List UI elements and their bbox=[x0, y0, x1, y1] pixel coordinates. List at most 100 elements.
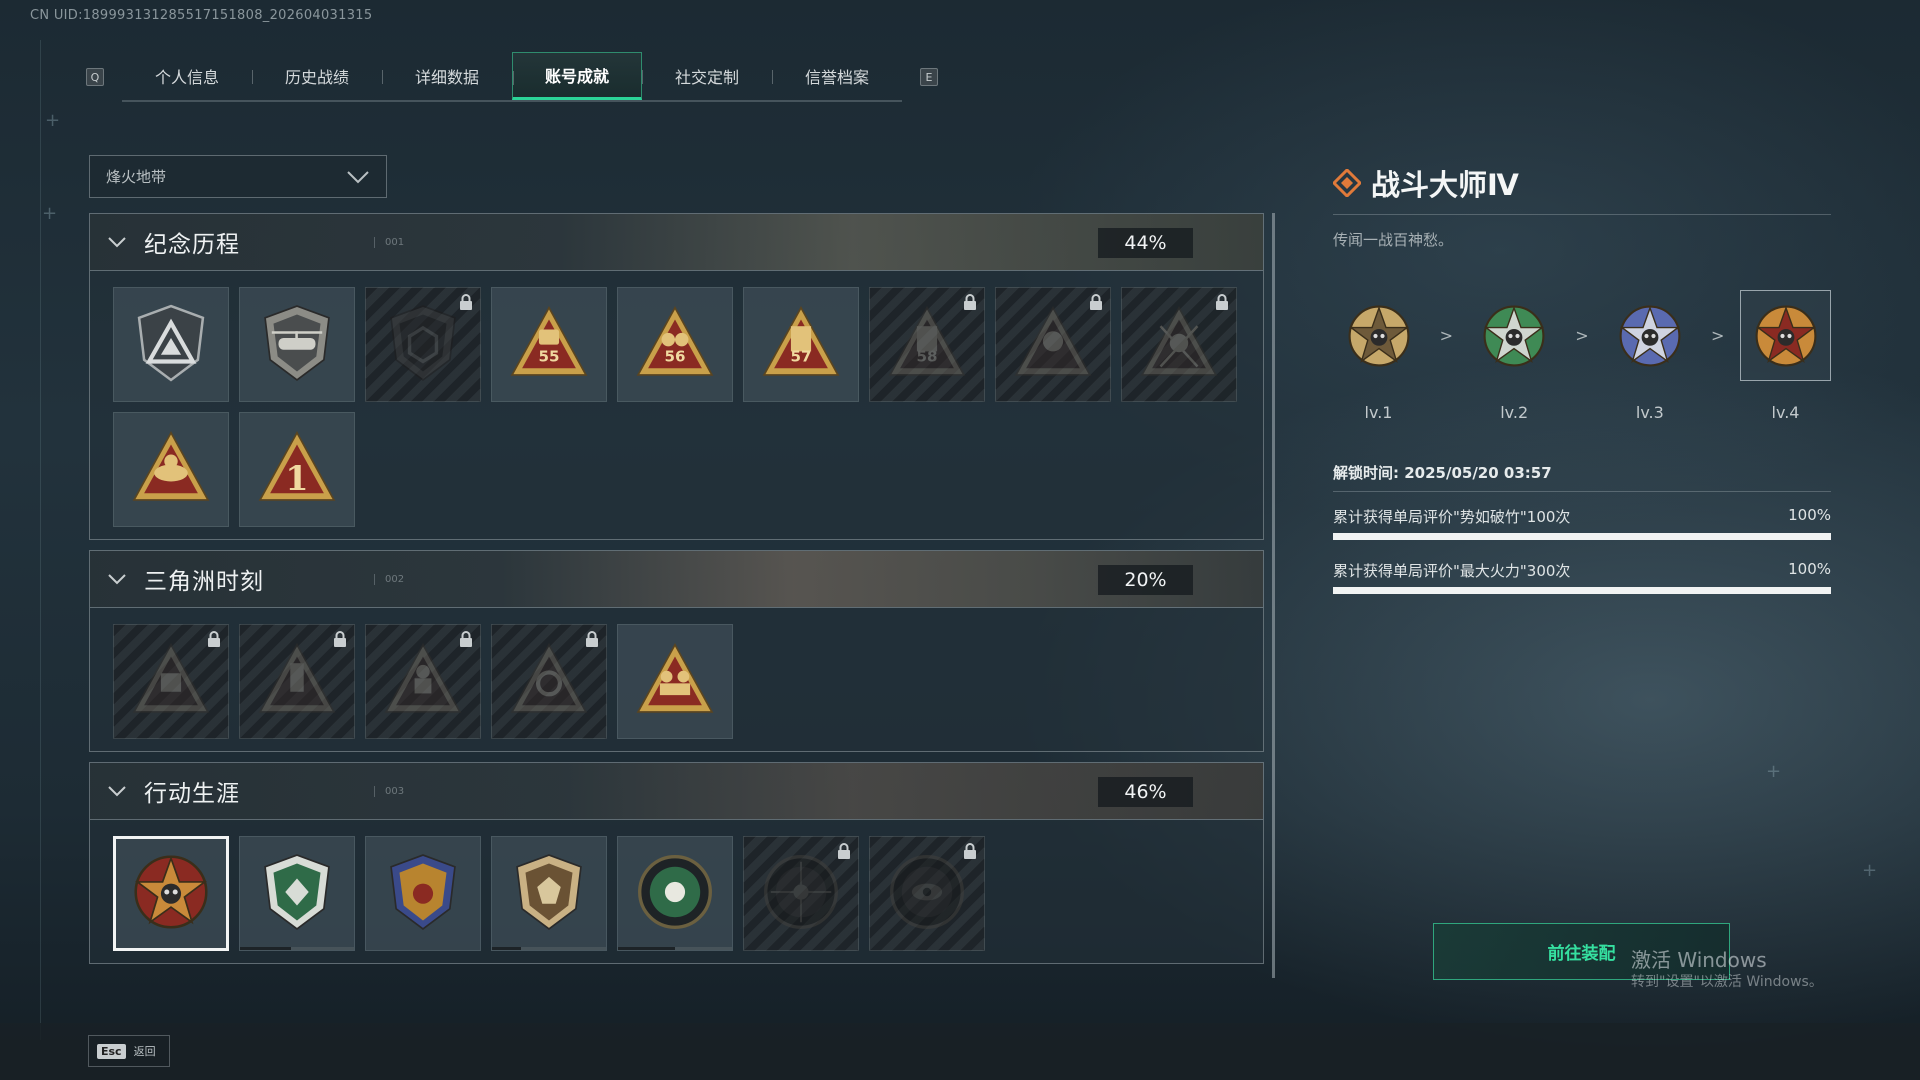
badge-card[interactable] bbox=[113, 287, 229, 402]
badge-progress bbox=[618, 947, 732, 950]
badge-card[interactable] bbox=[113, 836, 229, 951]
divider bbox=[1333, 491, 1831, 492]
crosshair-mark-icon: + bbox=[42, 203, 58, 224]
section-header[interactable]: 行动生涯 003 46% bbox=[89, 762, 1264, 820]
lock-icon bbox=[333, 631, 347, 651]
condition-list: 累计获得单局评价"势如破竹"100次 100% 累计获得单局评价"最大火力"30… bbox=[1333, 506, 1831, 594]
badge-progress bbox=[492, 947, 606, 950]
level-medal-icon bbox=[1333, 290, 1424, 381]
soldier-emblem-icon bbox=[381, 638, 465, 726]
section-percent: 44% bbox=[1098, 228, 1193, 258]
achievement-section: 行动生涯 003 46% bbox=[89, 762, 1264, 964]
condition-text: 累计获得单局评价"势如破竹"100次 bbox=[1333, 508, 1571, 526]
esc-key: Esc bbox=[97, 1043, 126, 1059]
level-item[interactable]: lv.3 bbox=[1604, 290, 1695, 422]
list-scrollbar[interactable] bbox=[1272, 213, 1275, 978]
wreath-emblem-icon bbox=[129, 426, 213, 514]
tab-6[interactable]: 信誉档案 bbox=[772, 52, 902, 100]
badge-card[interactable] bbox=[1121, 287, 1237, 402]
badge-card[interactable]: 56 bbox=[617, 287, 733, 402]
badge-card[interactable]: 1 bbox=[239, 412, 355, 527]
crosshair-mark-icon: + bbox=[1862, 860, 1878, 881]
level-label: lv.1 bbox=[1364, 403, 1393, 422]
back-button[interactable]: Esc 返回 bbox=[88, 1035, 170, 1067]
condition-item: 累计获得单局评价"最大火力"300次 100% bbox=[1333, 560, 1831, 594]
mode-dropdown-value: 烽火地带 bbox=[106, 168, 167, 186]
crosshair-mark-icon: + bbox=[1766, 761, 1782, 782]
next-tab-key[interactable]: E bbox=[920, 68, 938, 86]
badge-card[interactable] bbox=[491, 836, 607, 951]
lock-icon bbox=[837, 843, 851, 863]
section-percent: 20% bbox=[1098, 565, 1193, 595]
lock-icon bbox=[1215, 294, 1229, 314]
tab-list: 个人信息 历史战绩 详细数据 账号成就 社交定制 信誉档案 bbox=[122, 52, 902, 102]
section-header[interactable]: 三角洲时刻 002 20% bbox=[89, 550, 1264, 608]
tab-5[interactable]: 社交定制 bbox=[642, 52, 772, 100]
mode-dropdown[interactable]: 烽火地带 bbox=[89, 155, 387, 198]
badge-card[interactable] bbox=[239, 624, 355, 739]
chevron-down-icon[interactable] bbox=[107, 236, 127, 248]
level-item[interactable]: lv.1 bbox=[1333, 290, 1424, 422]
badge-card[interactable] bbox=[365, 287, 481, 402]
tab-2[interactable]: 历史战绩 bbox=[252, 52, 382, 100]
badge-card[interactable] bbox=[617, 624, 733, 739]
badge-card[interactable]: 57 bbox=[743, 287, 859, 402]
badge-card[interactable] bbox=[491, 624, 607, 739]
section-title: 三角洲时刻 bbox=[144, 569, 264, 595]
badge-card[interactable] bbox=[239, 287, 355, 402]
level-item[interactable]: lv.2 bbox=[1469, 290, 1560, 422]
badge-card[interactable] bbox=[113, 624, 229, 739]
lock-icon bbox=[459, 631, 473, 651]
badge-card[interactable] bbox=[113, 412, 229, 527]
badge-card[interactable]: 58 bbox=[869, 287, 985, 402]
circle-knot-emblem-icon bbox=[507, 638, 591, 726]
tab-1[interactable]: 个人信息 bbox=[122, 52, 252, 100]
star-skull-medal-icon bbox=[129, 850, 213, 938]
detail-title: 战斗大师Ⅳ bbox=[1371, 168, 1519, 202]
season-55-emblem-icon: 55 bbox=[507, 301, 591, 389]
laurel-crest-medal-icon bbox=[381, 850, 465, 938]
svg-text:58: 58 bbox=[916, 347, 937, 365]
section-title: 纪念历程 bbox=[144, 232, 240, 258]
svg-text:1: 1 bbox=[285, 457, 308, 497]
diamond-rank-icon bbox=[1333, 169, 1361, 197]
badge-card[interactable] bbox=[743, 836, 859, 951]
badge-card[interactable] bbox=[617, 836, 733, 951]
lock-icon bbox=[207, 631, 221, 651]
uid-label: CN UID:1899931312855171518​08_2026040313… bbox=[30, 8, 373, 23]
lock-icon bbox=[459, 294, 473, 314]
unlock-time: 解锁时间: 2025/05/20 03:57 bbox=[1333, 464, 1552, 482]
prev-tab-key[interactable]: Q bbox=[86, 68, 104, 86]
level-item[interactable]: lv.4 bbox=[1740, 290, 1832, 422]
tab-3[interactable]: 详细数据 bbox=[382, 52, 512, 100]
condition-progress-bar bbox=[1333, 533, 1831, 540]
section-index: 003 bbox=[374, 785, 404, 797]
eye-medal-icon bbox=[885, 850, 969, 938]
achievement-detail-panel: 战斗大师Ⅳ 传闻一战百神愁。 lv.1 > lv.2 > lv.3 > lv.4 解锁… bbox=[1333, 160, 1832, 594]
badge-card[interactable] bbox=[995, 287, 1111, 402]
badge-card[interactable] bbox=[365, 836, 481, 951]
badge-card[interactable] bbox=[239, 836, 355, 951]
crosshair-skull-medal-icon bbox=[759, 850, 843, 938]
chevron-down-icon bbox=[347, 170, 369, 183]
windows-activation-title: 激活 Windows bbox=[1631, 948, 1767, 972]
triangle-emblem-icon bbox=[129, 301, 213, 389]
badge-card[interactable] bbox=[365, 624, 481, 739]
section-header[interactable]: 纪念历程 001 44% bbox=[89, 213, 1264, 271]
badge-card[interactable]: 55 bbox=[491, 287, 607, 402]
frame-line bbox=[40, 40, 41, 1040]
level-arrow-icon: > bbox=[1710, 326, 1725, 345]
lock-icon bbox=[963, 843, 977, 863]
season-56-emblem-icon: 56 bbox=[633, 301, 717, 389]
chevron-down-icon[interactable] bbox=[107, 785, 127, 797]
badge-grid bbox=[89, 608, 1264, 752]
tab-4[interactable]: 账号成就 bbox=[512, 52, 642, 100]
level-medal-icon bbox=[1740, 290, 1832, 381]
level-label: lv.2 bbox=[1500, 403, 1529, 422]
condition-item: 累计获得单局评价"势如破竹"100次 100% bbox=[1333, 506, 1831, 540]
badge-card[interactable] bbox=[869, 836, 985, 951]
svg-text:56: 56 bbox=[664, 347, 685, 365]
chevron-down-icon[interactable] bbox=[107, 573, 127, 585]
level-arrow-icon: > bbox=[1575, 326, 1589, 345]
squad-emblem-icon bbox=[633, 638, 717, 726]
